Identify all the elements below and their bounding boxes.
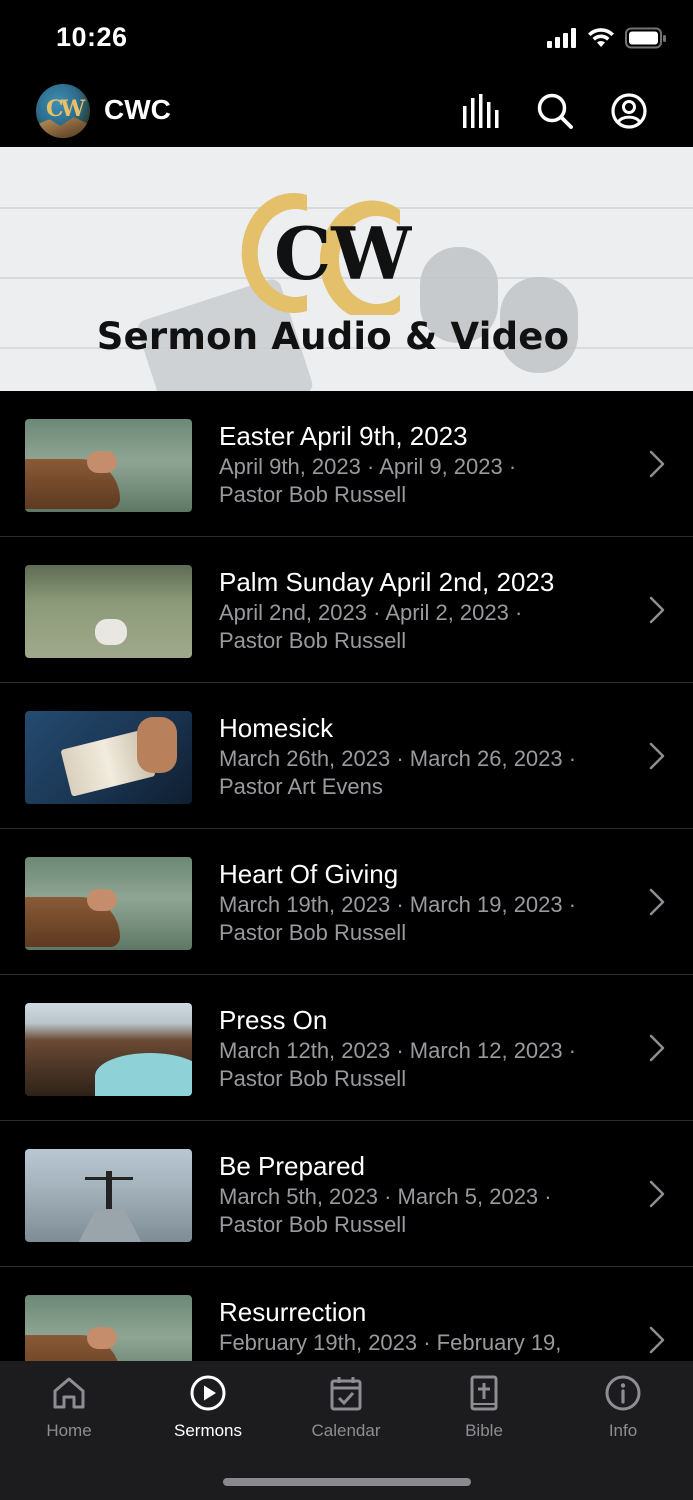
sermon-speaker: Pastor Bob Russell	[219, 482, 407, 507]
chevron-right-icon	[649, 1326, 665, 1354]
home-indicator	[223, 1478, 471, 1486]
bible-icon	[470, 1375, 498, 1411]
tab-label: Sermons	[173, 1421, 243, 1440]
tab-home[interactable]: Home	[9, 1373, 129, 1441]
sermon-list: Easter April 9th, 2023 April 9th, 2023 ·…	[0, 391, 693, 1361]
sermon-dates: March 26th, 2023 · March 26, 2023 ·	[219, 746, 577, 771]
sermon-speaker: Pastor Bob Russell	[219, 1212, 407, 1237]
app-title: CWC	[104, 94, 171, 125]
sermon-title: Homesick	[219, 713, 334, 743]
hero-logo-text: CW	[274, 211, 412, 296]
tab-label: Bible	[465, 1421, 503, 1440]
chevron-right-icon	[649, 450, 665, 478]
status-bar: 10:26	[0, 0, 693, 76]
sermon-meta: March 19th, 2023 · March 19, 2023 · Past…	[219, 891, 629, 947]
chevron-right-icon	[649, 888, 665, 916]
hero-banner: CW Sermon Audio & Video	[0, 147, 693, 391]
tab-label: Home	[46, 1421, 92, 1440]
calendar-check-icon	[330, 1377, 362, 1411]
audio-levels-icon	[463, 94, 499, 128]
sermon-meta: April 9th, 2023 · April 9, 2023 · Pastor…	[219, 453, 629, 509]
sermon-list-item[interactable]: Be Prepared March 5th, 2023 · March 5, 2…	[0, 1121, 693, 1267]
cwc-logo: CW	[241, 193, 412, 315]
sermon-thumbnail	[25, 1003, 192, 1096]
sermon-thumbnail	[25, 711, 192, 804]
sermon-meta: February 19th, 2023 · February 19,	[219, 1329, 629, 1357]
status-time: 10:26	[56, 22, 128, 52]
user-circle-icon	[611, 93, 647, 129]
tab-label: Info	[608, 1421, 638, 1440]
sermon-title: Press On	[219, 1005, 328, 1035]
wifi-icon	[588, 28, 614, 47]
sermon-thumbnail	[25, 857, 192, 950]
sermon-thumbnail	[25, 419, 192, 512]
sermon-thumbnail	[25, 565, 192, 658]
sermon-meta: March 5th, 2023 · March 5, 2023 · Pastor…	[219, 1183, 629, 1239]
tab-label: Calendar	[311, 1421, 381, 1440]
chevron-right-icon	[649, 596, 665, 624]
tab-sermons[interactable]: Sermons	[148, 1373, 268, 1441]
tab-calendar[interactable]: Calendar	[286, 1373, 406, 1441]
chevron-right-icon	[649, 1034, 665, 1062]
chevron-right-icon	[649, 742, 665, 770]
cellular-signal-icon	[547, 28, 576, 48]
audio-player-button[interactable]	[461, 91, 501, 131]
status-icons	[547, 26, 667, 50]
tab-bible[interactable]: Bible	[424, 1373, 544, 1441]
app-header: CW CWC	[0, 76, 693, 147]
chevron-right-icon	[649, 1180, 665, 1208]
sermon-dates: March 19th, 2023 · March 19, 2023 ·	[219, 892, 577, 917]
sermon-thumbnail	[25, 1295, 192, 1361]
sermon-title: Palm Sunday April 2nd, 2023	[219, 567, 555, 597]
account-button[interactable]	[609, 91, 649, 131]
sermon-list-item[interactable]: Palm Sunday April 2nd, 2023 April 2nd, 2…	[0, 537, 693, 683]
sermon-list-item[interactable]: Resurrection February 19th, 2023 · Febru…	[0, 1267, 693, 1361]
sermon-dates: April 2nd, 2023 · April 2, 2023 ·	[219, 600, 523, 625]
sermon-list-item[interactable]: Homesick March 26th, 2023 · March 26, 20…	[0, 683, 693, 829]
sermon-meta: March 26th, 2023 · March 26, 2023 · Past…	[219, 745, 629, 801]
app-logo[interactable]: CW	[36, 84, 90, 138]
sermon-meta: March 12th, 2023 · March 12, 2023 · Past…	[219, 1037, 629, 1093]
sermon-speaker: Pastor Bob Russell	[219, 1066, 407, 1091]
logo-monogram: CW	[46, 96, 85, 122]
info-icon	[605, 1375, 641, 1411]
home-icon	[53, 1377, 85, 1409]
tab-info[interactable]: Info	[563, 1373, 683, 1441]
sermon-list-item[interactable]: Heart Of Giving March 19th, 2023 · March…	[0, 829, 693, 975]
sermon-dates: March 12th, 2023 · March 12, 2023 ·	[219, 1038, 577, 1063]
sermon-title: Easter April 9th, 2023	[219, 421, 468, 451]
search-icon	[537, 93, 573, 129]
sermon-title: Be Prepared	[219, 1151, 365, 1181]
sermon-speaker: Pastor Bob Russell	[219, 628, 407, 653]
sermon-thumbnail	[25, 1149, 192, 1242]
sermon-dates: February 19th, 2023 · February 19,	[219, 1330, 562, 1355]
sermon-title: Resurrection	[219, 1297, 367, 1327]
sermon-speaker: Pastor Art Evens	[219, 774, 383, 799]
battery-icon	[625, 27, 666, 49]
sermon-speaker: Pastor Bob Russell	[219, 920, 407, 945]
sermon-meta: April 2nd, 2023 · April 2, 2023 · Pastor…	[219, 599, 629, 655]
search-button[interactable]	[535, 91, 575, 131]
sermon-title: Heart Of Giving	[219, 859, 399, 889]
sermon-dates: March 5th, 2023 · March 5, 2023 ·	[219, 1184, 552, 1209]
sermon-list-item[interactable]: Easter April 9th, 2023 April 9th, 2023 ·…	[0, 391, 693, 537]
sermon-list-item[interactable]: Press On March 12th, 2023 · March 12, 20…	[0, 975, 693, 1121]
hero-title: Sermon Audio & Video	[96, 315, 570, 358]
header-actions	[461, 90, 649, 132]
sermon-dates: April 9th, 2023 · April 9, 2023 ·	[219, 454, 517, 479]
play-circle-icon	[190, 1375, 226, 1411]
